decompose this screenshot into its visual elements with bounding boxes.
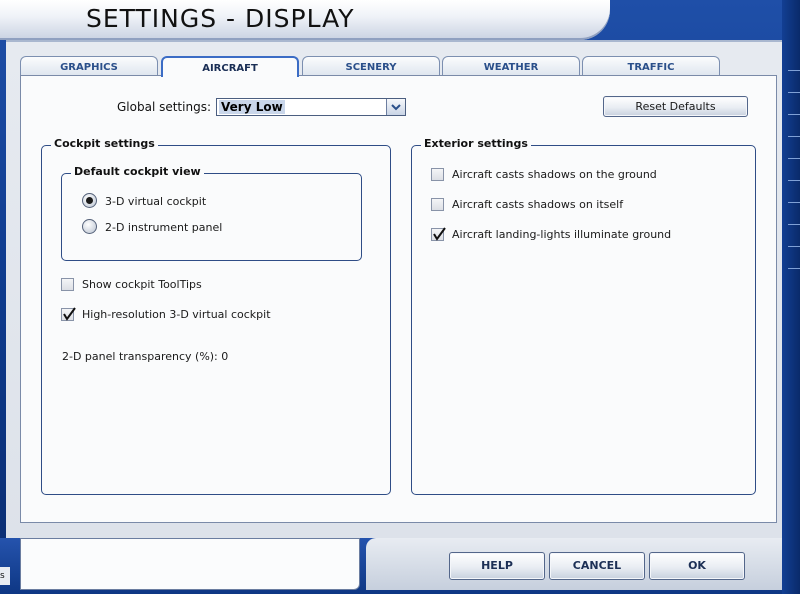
landing-lights-label: Aircraft landing-lights illuminate groun… — [452, 228, 672, 241]
cancel-button[interactable]: CANCEL — [549, 552, 645, 580]
landing-lights-checkbox[interactable] — [431, 227, 446, 241]
high-res-cockpit-checkbox[interactable] — [61, 307, 76, 321]
frame-stripe — [788, 202, 800, 203]
reset-defaults-button[interactable]: Reset Defaults — [603, 96, 748, 117]
window-title: SETTINGS - DISPLAY — [86, 4, 355, 33]
chevron-down-icon[interactable] — [386, 99, 405, 115]
cockpit-settings-title: Cockpit settings — [51, 137, 158, 150]
frame-stripe — [788, 224, 800, 225]
default-cockpit-view-title: Default cockpit view — [71, 165, 204, 178]
ok-button[interactable]: OK — [649, 552, 745, 580]
frame-stripe — [788, 114, 800, 115]
title-bar: SETTINGS - DISPLAY — [0, 0, 610, 40]
tab-weather[interactable]: WEATHER — [442, 56, 580, 75]
window-right-edge — [782, 0, 800, 594]
shadows-ground-label: Aircraft casts shadows on the ground — [452, 168, 657, 181]
radio-dot-icon — [86, 197, 93, 204]
frame-stripe — [788, 268, 800, 269]
global-settings-dropdown[interactable]: Very Low — [216, 98, 406, 116]
checkmark-icon — [433, 227, 446, 241]
tab-scenery[interactable]: SCENERY — [302, 56, 440, 75]
tab-graphics[interactable]: GRAPHICS — [20, 56, 158, 75]
radio-2d-label: 2-D instrument panel — [105, 221, 223, 234]
tab-aircraft[interactable]: AIRCRAFT — [161, 56, 299, 77]
frame-stripe — [788, 246, 800, 247]
status-box — [20, 538, 360, 590]
help-button[interactable]: HELP — [449, 552, 545, 580]
show-tooltips-checkbox[interactable] — [61, 278, 74, 291]
shadows-self-label: Aircraft casts shadows on itself — [452, 198, 624, 211]
status-fragment: s — [0, 567, 10, 585]
shadows-self-checkbox[interactable] — [431, 198, 444, 211]
frame-stripe — [788, 92, 800, 93]
radio-3d-label: 3-D virtual cockpit — [105, 195, 207, 208]
radio-3d-virtual-cockpit[interactable] — [82, 193, 97, 208]
tab-traffic[interactable]: TRAFFIC — [582, 56, 720, 75]
shadows-ground-checkbox[interactable] — [431, 168, 444, 181]
panel-transparency-label[interactable]: 2-D panel transparency (%): 0 — [62, 350, 228, 363]
frame-stripe — [788, 180, 800, 181]
default-cockpit-view-group — [61, 173, 362, 261]
global-settings-label: Global settings: — [117, 100, 211, 114]
radio-2d-instrument-panel[interactable] — [82, 219, 97, 234]
exterior-settings-title: Exterior settings — [421, 137, 531, 150]
checkmark-icon — [63, 307, 76, 321]
show-tooltips-label: Show cockpit ToolTips — [82, 278, 202, 291]
frame-stripe — [788, 136, 800, 137]
frame-stripe — [788, 70, 800, 71]
frame-stripe — [788, 158, 800, 159]
global-settings-value: Very Low — [219, 100, 285, 114]
high-res-cockpit-label: High-resolution 3-D virtual cockpit — [82, 308, 271, 321]
